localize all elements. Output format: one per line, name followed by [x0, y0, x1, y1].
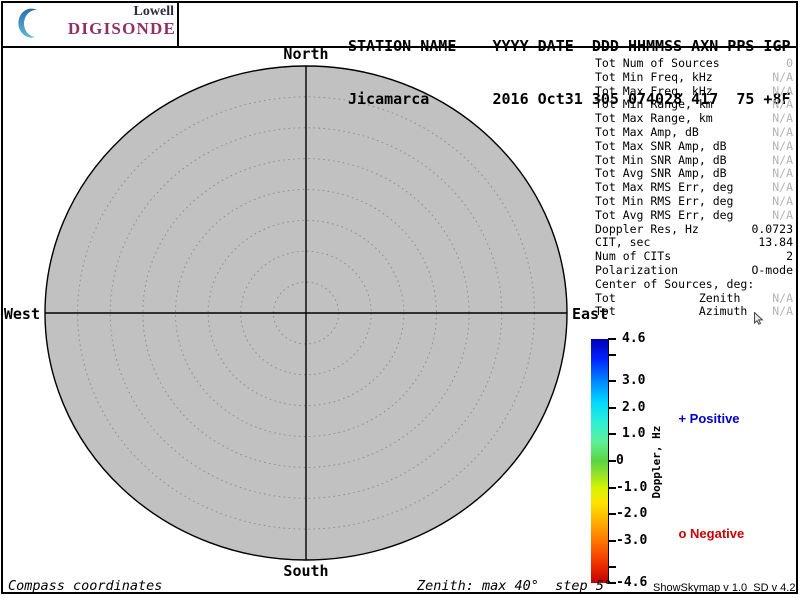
info-row: Tot Avg RMS Err, deg N/A	[595, 209, 793, 223]
info-row-label: Doppler Res, Hz	[595, 223, 699, 237]
info-row-label: Tot Min Freq, kHz	[595, 71, 713, 85]
colorbar-tick	[608, 407, 616, 409]
colorbar-tick	[608, 380, 616, 382]
info-row-value: N/A	[772, 305, 793, 319]
info-row-value: O-mode	[751, 264, 793, 278]
info-row-value: N/A	[772, 140, 793, 154]
compass-label-south: South	[283, 562, 328, 580]
info-row-value: 2	[786, 250, 793, 264]
info-row-value: N/A	[772, 126, 793, 140]
info-row-label: Tot Max SNR Amp, dB	[595, 140, 727, 154]
info-row-label: Tot Max Amp, dB	[595, 126, 699, 140]
colorbar-gradient	[591, 339, 609, 583]
negative-legend: o Negative	[664, 511, 744, 556]
positive-legend: + Positive	[664, 396, 740, 441]
info-row-label: Tot Avg SNR Amp, dB	[595, 167, 727, 181]
colorbar-tick-label: 4.6	[622, 331, 645, 346]
info-row-label: Tot Max RMS Err, deg	[595, 181, 733, 195]
info-row-label: Tot Max Freq, kHz	[595, 85, 713, 99]
info-row: Tot Num of Sources 0	[595, 57, 793, 71]
colorbar-tick	[608, 513, 616, 515]
digisonde-logo: Lowell DIGISONDE	[40, 5, 176, 37]
info-row: Tot Max SNR Amp, dB N/A	[595, 140, 793, 154]
colorbar-tick	[608, 540, 616, 542]
info-row-label: Tot Min Range, km	[595, 98, 713, 112]
footer-zenith-info: Zenith: max 40° step 5°	[417, 578, 612, 594]
colorbar-tick	[608, 460, 616, 462]
info-row: Doppler Res, Hz 0.0723	[595, 223, 793, 237]
info-row-label: Tot Min SNR Amp, dB	[595, 154, 727, 168]
info-row: Tot Zenith N/A	[595, 292, 793, 306]
colorbar-tick-label: 2.0	[622, 400, 645, 415]
info-row-value: N/A	[772, 85, 793, 99]
colorbar-tick-label: -3.0	[616, 533, 647, 548]
info-row-value: N/A	[772, 292, 793, 306]
info-row-label: Tot Min RMS Err, deg	[595, 195, 733, 209]
colorbar-tick-label: -4.6	[616, 575, 647, 590]
info-table: Tot Num of Sources0Tot Min Freq, kHzN/AT…	[595, 57, 793, 319]
colorbar-tick	[608, 487, 616, 489]
info-row: Tot Max Amp, dB N/A	[595, 126, 793, 140]
info-row-value: N/A	[772, 195, 793, 209]
info-row-value: N/A	[772, 209, 793, 223]
showskymap-window: Lowell DIGISONDE STATION NAME YYYY DATE …	[0, 0, 800, 600]
info-row: Polarization O-mode	[595, 264, 793, 278]
logo-lowell-text: Lowell	[40, 5, 176, 19]
info-row: Tot Max RMS Err, deg N/A	[595, 181, 793, 195]
logo-box-separator	[177, 1, 179, 46]
info-row-value: N/A	[772, 112, 793, 126]
colorbar-title: Doppler, Hz	[650, 402, 664, 522]
info-row: Tot Max Freq, kHz N/A	[595, 85, 793, 99]
info-row-label: Num of CITs	[595, 250, 671, 264]
colorbar-tick	[608, 354, 616, 356]
colorbar-tick-label: 0	[616, 453, 624, 468]
info-row: Tot Max Range, km N/A	[595, 112, 793, 126]
compass-label-west: West	[0, 305, 40, 323]
info-row-label: Center of Sources, deg:	[595, 278, 754, 292]
info-row-value: N/A	[772, 154, 793, 168]
colorbar-tick-label: -2.0	[616, 506, 647, 521]
colorbar-tick	[608, 338, 616, 340]
station-header-columns: STATION NAME YYYY DATE DDD HHMMSS AXN PP…	[348, 38, 791, 56]
info-row-label: Polarization	[595, 264, 678, 278]
info-row: Center of Sources, deg:	[595, 278, 793, 292]
info-row-value: N/A	[772, 181, 793, 195]
compass-label-north: North	[283, 45, 328, 63]
positive-legend-label: Positive	[690, 411, 740, 426]
info-row-label: Tot Azimuth	[595, 305, 747, 319]
plus-marker-icon: +	[678, 411, 686, 426]
info-row: Tot Avg SNR Amp, dB N/A	[595, 167, 793, 181]
info-row: Tot Min Freq, kHz N/A	[595, 71, 793, 85]
info-row: Tot Min Range, km N/A	[595, 98, 793, 112]
info-row: CIT, sec 13.84	[595, 236, 793, 250]
colorbar-tick	[608, 433, 616, 435]
info-row-label: Tot Zenith	[595, 292, 740, 306]
info-row-value: N/A	[772, 71, 793, 85]
negative-legend-label: Negative	[690, 526, 744, 541]
info-row-label: Tot Num of Sources	[595, 57, 720, 71]
info-row-label: Tot Avg RMS Err, deg	[595, 209, 733, 223]
info-row-label: CIT, sec	[595, 236, 650, 250]
colorbar-tick-label: -1.0	[616, 480, 647, 495]
colorbar-tick-label: 1.0	[622, 426, 645, 441]
info-row-value: N/A	[772, 98, 793, 112]
footer-coordinates-label: Compass coordinates	[8, 578, 162, 594]
info-row-value: N/A	[772, 167, 793, 181]
info-row-value: 0.0723	[751, 223, 793, 237]
footer-version-info: ShowSkymap v 1.0 SD v 4.2	[653, 582, 795, 594]
info-row: Num of CITs 2	[595, 250, 793, 264]
mouse-cursor	[754, 312, 764, 325]
lowell-crescent-icon	[13, 7, 43, 41]
colorbar-tick-label: 3.0	[622, 373, 645, 388]
info-row-value: 0	[786, 57, 793, 71]
colorbar-tick	[608, 566, 616, 568]
info-row: Tot Min SNR Amp, dB N/A	[595, 154, 793, 168]
info-row-value: 13.84	[758, 236, 793, 250]
info-row: Tot Min RMS Err, deg N/A	[595, 195, 793, 209]
logo-digisonde-text: DIGISONDE	[40, 20, 176, 37]
info-row-label: Tot Max Range, km	[595, 112, 713, 126]
